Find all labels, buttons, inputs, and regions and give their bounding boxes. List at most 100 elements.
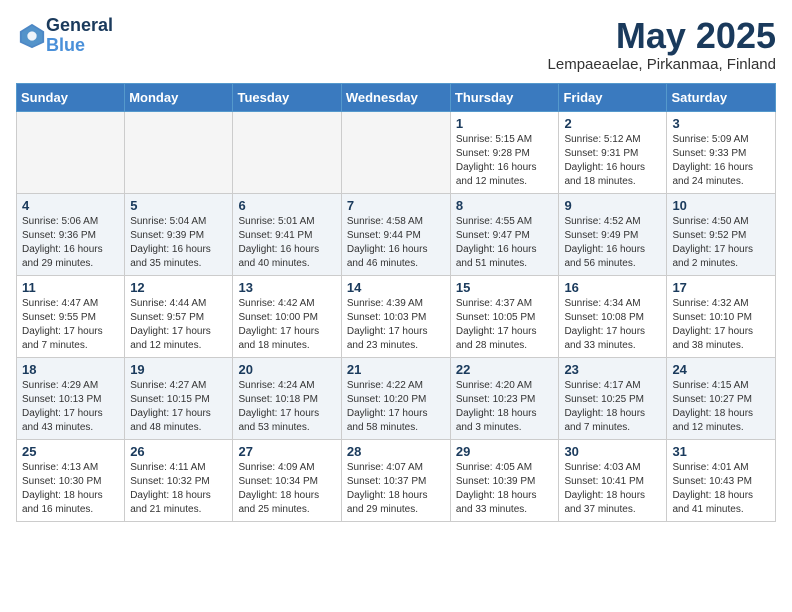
- calendar-week-row: 18Sunrise: 4:29 AM Sunset: 10:13 PM Dayl…: [17, 357, 776, 439]
- calendar-cell: 24 Sunrise: 4:15 AM Sunset: 10:27 PM Dayl…: [667, 357, 776, 439]
- day-detail: Sunrise: 4:01 AM Sunset: 10:43 PM Daylig…: [672, 461, 770, 517]
- day-detail: Sunrise: 4:07 AM Sunset: 10:37 PM Daylig…: [347, 461, 445, 517]
- day-detail: Sunrise: 4:50 AM Sunset: 9:52 PM Dayligh…: [672, 215, 770, 271]
- calendar-week-row: 25 Sunrise: 4:13 AM Sunset: 10:30 PM Dayl…: [17, 439, 776, 521]
- calendar-cell: 21Sunrise: 4:22 AM Sunset: 10:20 PM Dayl…: [341, 357, 450, 439]
- calendar-cell: [341, 111, 450, 193]
- calendar-cell: 7 Sunrise: 4:58 AM Sunset: 9:44 PM Daylig…: [341, 193, 450, 275]
- day-number: 8: [456, 198, 554, 213]
- calendar-cell: 3Sunrise: 5:09 AM Sunset: 9:33 PM Daylig…: [667, 111, 776, 193]
- day-number: 20: [238, 362, 335, 377]
- day-number: 3: [672, 116, 770, 131]
- weekday-saturday: Saturday: [667, 83, 776, 111]
- day-detail: Sunrise: 4:39 AM Sunset: 10:03 PM Daylig…: [347, 297, 445, 353]
- calendar-cell: [125, 111, 233, 193]
- calendar-cell: 1 Sunrise: 5:15 AM Sunset: 9:28 PM Daylig…: [450, 111, 559, 193]
- day-number: 25: [22, 444, 119, 459]
- calendar-week-row: 4Sunrise: 5:06 AM Sunset: 9:36 PM Daylig…: [17, 193, 776, 275]
- logo: General Blue: [16, 16, 113, 56]
- calendar-cell: 16 Sunrise: 4:34 AM Sunset: 10:08 PM Dayl…: [559, 275, 667, 357]
- page-header: General Blue May 2025 Lempaeaelae, Pirka…: [16, 16, 776, 73]
- calendar-cell: 19Sunrise: 4:27 AM Sunset: 10:15 PM Dayl…: [125, 357, 233, 439]
- calendar-cell: 10 Sunrise: 4:50 AM Sunset: 9:52 PM Dayli…: [667, 193, 776, 275]
- calendar-cell: 23Sunrise: 4:17 AM Sunset: 10:25 PM Dayl…: [559, 357, 667, 439]
- day-number: 4: [22, 198, 119, 213]
- day-detail: Sunrise: 5:12 AM Sunset: 9:31 PM Dayligh…: [564, 133, 661, 189]
- day-detail: Sunrise: 4:55 AM Sunset: 9:47 PM Dayligh…: [456, 215, 554, 271]
- day-number: 5: [130, 198, 227, 213]
- day-number: 1: [456, 116, 554, 131]
- day-number: 13: [238, 280, 335, 295]
- weekday-friday: Friday: [559, 83, 667, 111]
- calendar-cell: 31 Sunrise: 4:01 AM Sunset: 10:43 PM Dayl…: [667, 439, 776, 521]
- calendar-cell: 9 Sunrise: 4:52 AM Sunset: 9:49 PM Daylig…: [559, 193, 667, 275]
- day-detail: Sunrise: 4:05 AM Sunset: 10:39 PM Daylig…: [456, 461, 554, 517]
- calendar-cell: 26Sunrise: 4:11 AM Sunset: 10:32 PM Dayl…: [125, 439, 233, 521]
- day-number: 2: [564, 116, 661, 131]
- day-number: 11: [22, 280, 119, 295]
- weekday-thursday: Thursday: [450, 83, 559, 111]
- day-detail: Sunrise: 4:17 AM Sunset: 10:25 PM Daylig…: [564, 379, 661, 435]
- month-title: May 2025: [548, 16, 776, 56]
- day-number: 6: [238, 198, 335, 213]
- day-number: 16: [564, 280, 661, 295]
- weekday-sunday: Sunday: [17, 83, 125, 111]
- calendar-cell: 17Sunrise: 4:32 AM Sunset: 10:10 PM Dayl…: [667, 275, 776, 357]
- title-block: May 2025 Lempaeaelae, Pirkanmaa, Finland: [548, 16, 776, 73]
- day-number: 14: [347, 280, 445, 295]
- day-detail: Sunrise: 5:15 AM Sunset: 9:28 PM Dayligh…: [456, 133, 554, 189]
- day-detail: Sunrise: 4:47 AM Sunset: 9:55 PM Dayligh…: [22, 297, 119, 353]
- calendar-cell: 8 Sunrise: 4:55 AM Sunset: 9:47 PM Daylig…: [450, 193, 559, 275]
- calendar-cell: 2 Sunrise: 5:12 AM Sunset: 9:31 PM Daylig…: [559, 111, 667, 193]
- day-detail: Sunrise: 4:34 AM Sunset: 10:08 PM Daylig…: [564, 297, 661, 353]
- calendar-week-row: 1 Sunrise: 5:15 AM Sunset: 9:28 PM Daylig…: [17, 111, 776, 193]
- calendar-cell: 13 Sunrise: 4:42 AM Sunset: 10:00 PM Dayl…: [233, 275, 341, 357]
- day-number: 28: [347, 444, 445, 459]
- day-number: 9: [564, 198, 661, 213]
- day-detail: Sunrise: 4:52 AM Sunset: 9:49 PM Dayligh…: [564, 215, 661, 271]
- logo-blue: Blue: [46, 36, 113, 56]
- day-number: 22: [456, 362, 554, 377]
- calendar-cell: 20 Sunrise: 4:24 AM Sunset: 10:18 PM Dayl…: [233, 357, 341, 439]
- calendar-cell: 12 Sunrise: 4:44 AM Sunset: 9:57 PM Dayli…: [125, 275, 233, 357]
- calendar-week-row: 11 Sunrise: 4:47 AM Sunset: 9:55 PM Dayli…: [17, 275, 776, 357]
- calendar-cell: 29 Sunrise: 4:05 AM Sunset: 10:39 PM Dayl…: [450, 439, 559, 521]
- day-detail: Sunrise: 4:58 AM Sunset: 9:44 PM Dayligh…: [347, 215, 445, 271]
- day-number: 31: [672, 444, 770, 459]
- day-detail: Sunrise: 4:09 AM Sunset: 10:34 PM Daylig…: [238, 461, 335, 517]
- calendar-cell: [17, 111, 125, 193]
- calendar-cell: 14 Sunrise: 4:39 AM Sunset: 10:03 PM Dayl…: [341, 275, 450, 357]
- logo-icon: [18, 22, 46, 50]
- day-detail: Sunrise: 4:15 AM Sunset: 10:27 PM Daylig…: [672, 379, 770, 435]
- calendar-cell: 22 Sunrise: 4:20 AM Sunset: 10:23 PM Dayl…: [450, 357, 559, 439]
- day-detail: Sunrise: 4:03 AM Sunset: 10:41 PM Daylig…: [564, 461, 661, 517]
- day-number: 27: [238, 444, 335, 459]
- day-number: 10: [672, 198, 770, 213]
- weekday-wednesday: Wednesday: [341, 83, 450, 111]
- day-detail: Sunrise: 4:20 AM Sunset: 10:23 PM Daylig…: [456, 379, 554, 435]
- day-detail: Sunrise: 4:44 AM Sunset: 9:57 PM Dayligh…: [130, 297, 227, 353]
- calendar-cell: 30 Sunrise: 4:03 AM Sunset: 10:41 PM Dayl…: [559, 439, 667, 521]
- day-number: 12: [130, 280, 227, 295]
- day-number: 17: [672, 280, 770, 295]
- day-number: 29: [456, 444, 554, 459]
- day-detail: Sunrise: 4:13 AM Sunset: 10:30 PM Daylig…: [22, 461, 119, 517]
- calendar-cell: 28 Sunrise: 4:07 AM Sunset: 10:37 PM Dayl…: [341, 439, 450, 521]
- weekday-header-row: SundayMondayTuesdayWednesdayThursdayFrid…: [17, 83, 776, 111]
- calendar-cell: 5 Sunrise: 5:04 AM Sunset: 9:39 PM Daylig…: [125, 193, 233, 275]
- day-number: 15: [456, 280, 554, 295]
- day-number: 21: [347, 362, 445, 377]
- calendar-cell: 15 Sunrise: 4:37 AM Sunset: 10:05 PM Dayl…: [450, 275, 559, 357]
- day-detail: Sunrise: 4:24 AM Sunset: 10:18 PM Daylig…: [238, 379, 335, 435]
- calendar-cell: 6Sunrise: 5:01 AM Sunset: 9:41 PM Daylig…: [233, 193, 341, 275]
- day-number: 18: [22, 362, 119, 377]
- day-number: 30: [564, 444, 661, 459]
- day-detail: Sunrise: 4:37 AM Sunset: 10:05 PM Daylig…: [456, 297, 554, 353]
- day-number: 7: [347, 198, 445, 213]
- calendar-table: SundayMondayTuesdayWednesdayThursdayFrid…: [16, 83, 776, 522]
- day-detail: Sunrise: 4:42 AM Sunset: 10:00 PM Daylig…: [238, 297, 335, 353]
- day-number: 24: [672, 362, 770, 377]
- day-detail: Sunrise: 5:04 AM Sunset: 9:39 PM Dayligh…: [130, 215, 227, 271]
- calendar-cell: 27 Sunrise: 4:09 AM Sunset: 10:34 PM Dayl…: [233, 439, 341, 521]
- calendar-cell: [233, 111, 341, 193]
